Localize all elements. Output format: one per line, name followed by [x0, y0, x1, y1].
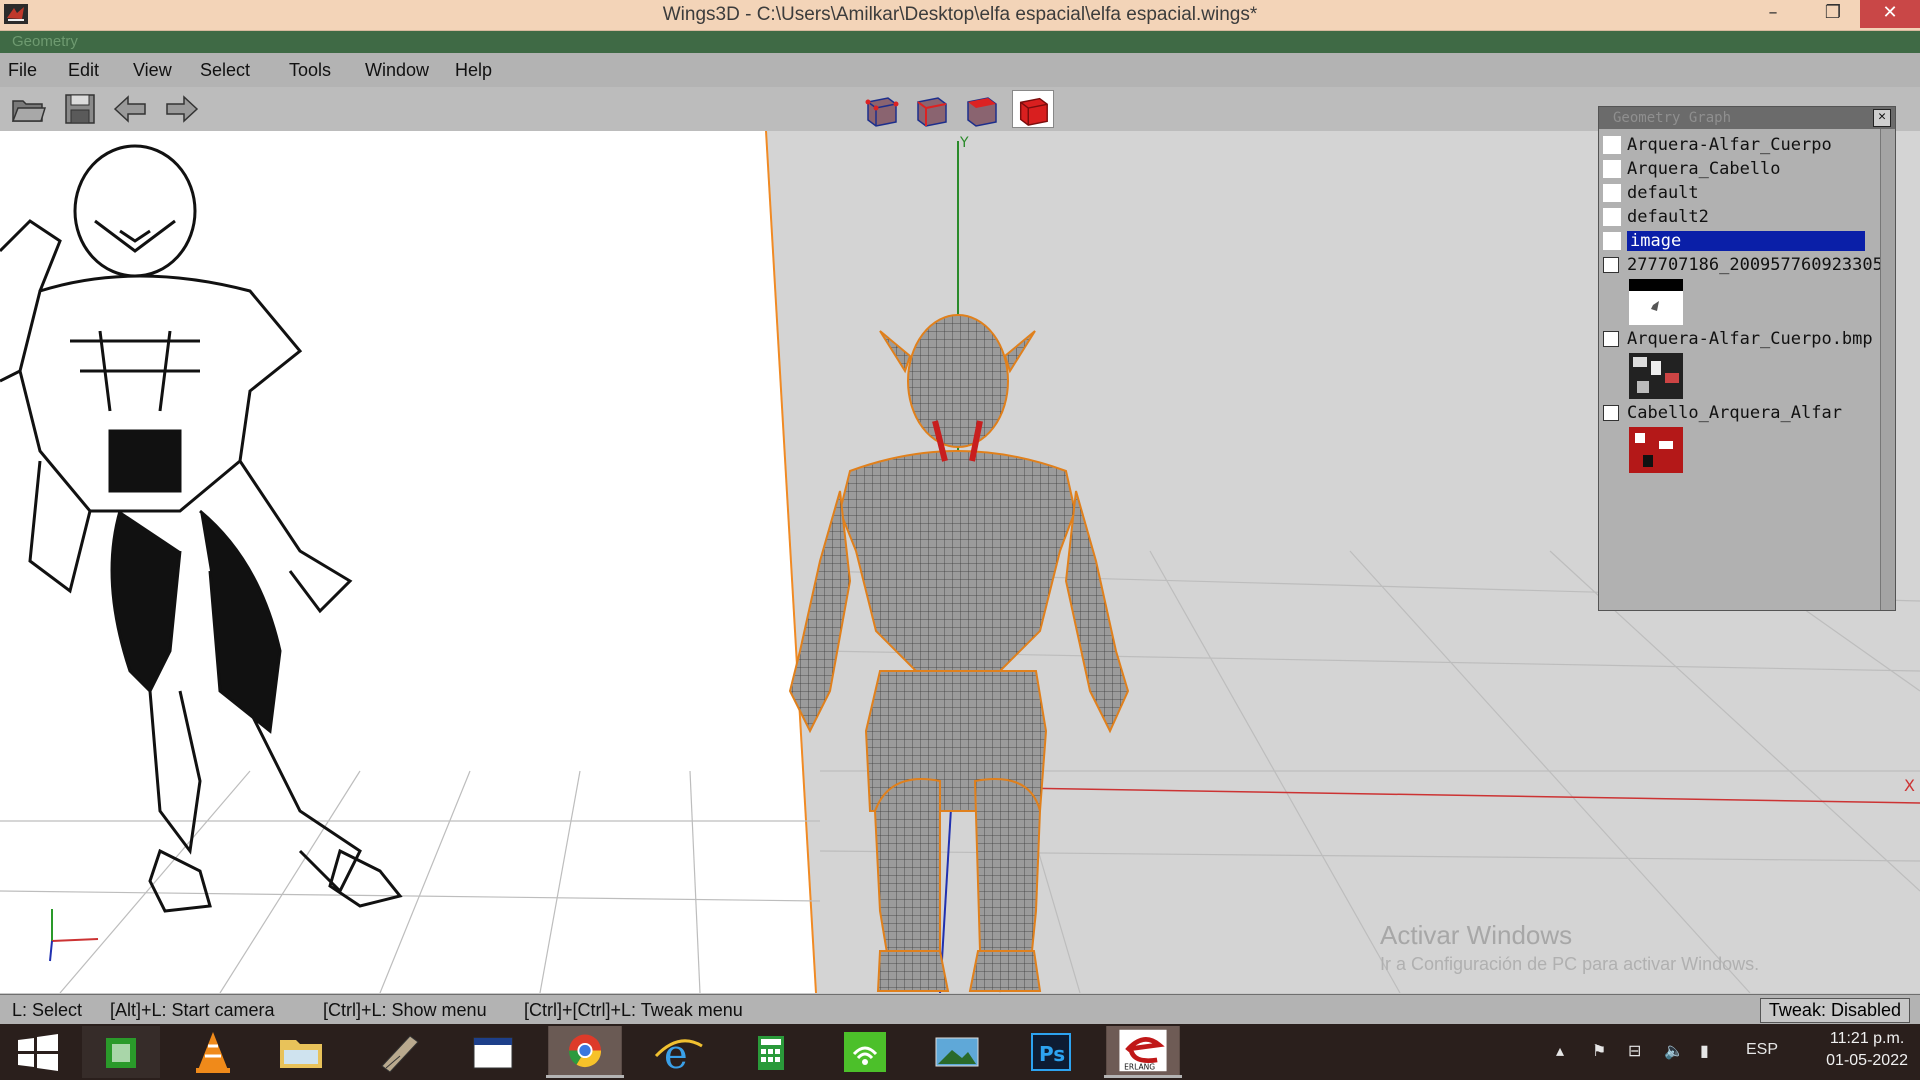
battery-icon[interactable]: ▮	[1700, 1041, 1709, 1061]
clock-time: 11:21 p.m.	[1829, 1030, 1905, 1047]
open-folder-icon[interactable]	[10, 91, 46, 127]
outliner-image-item[interactable]: Cabello_Arquera_Alfar	[1603, 403, 1842, 425]
outliner-item[interactable]: default2	[1603, 207, 1709, 229]
wifi-app-icon[interactable]	[826, 1026, 904, 1078]
erlang-label: ERLANG	[1124, 1062, 1155, 1071]
save-icon[interactable]	[62, 91, 98, 127]
network-icon[interactable]: ⊟	[1628, 1041, 1641, 1061]
menu-select[interactable]: Select	[200, 60, 250, 81]
outliner-item[interactable]: Arquera_Cabello	[1603, 159, 1781, 181]
image-icon	[1603, 331, 1619, 347]
material-checkbox-icon[interactable]	[1603, 160, 1621, 178]
image-thumbnail[interactable]	[1629, 279, 1683, 325]
photoshop-icon[interactable]: Ps	[1012, 1026, 1090, 1078]
image-icon	[1603, 257, 1619, 273]
window-app-icon[interactable]	[454, 1026, 532, 1078]
photoshop-label: Ps	[1039, 1042, 1065, 1066]
image-thumbnail[interactable]	[1629, 353, 1683, 399]
outliner-title-bar[interactable]: Geometry Graph ✕	[1599, 107, 1895, 129]
clock-date: 01-05-2022	[1826, 1052, 1908, 1069]
erlang-icon[interactable]: ERLANG	[1104, 1026, 1182, 1078]
outliner-scrollbar[interactable]	[1880, 129, 1895, 610]
menu-bar: File Edit View Select Tools Window Help	[0, 53, 1920, 88]
windows-start-icon[interactable]	[0, 1026, 78, 1078]
outliner-item-label: image	[1627, 231, 1865, 251]
file-explorer-icon[interactable]	[262, 1026, 340, 1078]
outliner-item-label: Arquera_Cabello	[1627, 159, 1781, 179]
redo-arrow-icon[interactable]	[164, 91, 200, 127]
taskbar-clock[interactable]: 11:21 p.m. 01-05-2022	[1826, 1028, 1908, 1072]
scroll-app-icon[interactable]	[360, 1026, 438, 1078]
material-checkbox-icon[interactable]	[1603, 232, 1621, 250]
close-icon[interactable]: ✕	[1873, 109, 1891, 127]
hint-select: L: Select	[12, 1000, 83, 1020]
hint-camera: [Alt]+L: Start camera	[110, 1000, 275, 1020]
window-title: Wings3D - C:\Users\Amilkar\Desktop\elfa …	[662, 4, 1258, 25]
character-mesh	[788, 314, 1130, 992]
maximize-button[interactable]: ❐	[1810, 0, 1856, 28]
menu-window[interactable]: Window	[365, 60, 429, 81]
geometry-graph-panel: Geometry Graph ✕ Arquera-Alfar_Cuerpo Ar…	[1598, 106, 1896, 611]
menu-view[interactable]: View	[133, 60, 172, 81]
window-title-bar[interactable]: Wings3D - C:\Users\Amilkar\Desktop\elfa …	[0, 0, 1920, 31]
outliner-item[interactable]: Arquera-Alfar_Cuerpo	[1603, 135, 1832, 157]
material-checkbox-icon[interactable]	[1603, 184, 1621, 202]
edge-mode-icon[interactable]	[910, 90, 952, 128]
action-center-flag-icon[interactable]: ⚑	[1592, 1041, 1606, 1061]
outliner-item-label: Arquera-Alfar_Cuerpo	[1627, 135, 1832, 155]
svg-text:e: e	[664, 1032, 688, 1078]
status-bar: L: Select [Alt]+L: Start camera [Ctrl]+L…	[0, 994, 1920, 1025]
outliner-title: Geometry Graph	[1613, 110, 1732, 126]
menu-file[interactable]: File	[8, 60, 37, 81]
volume-icon[interactable]: 🔈	[1664, 1041, 1684, 1061]
geometry-window-strip: Geometry	[0, 31, 1920, 53]
store-icon[interactable]	[82, 1026, 160, 1078]
language-indicator[interactable]: ESP	[1746, 1041, 1778, 1059]
image-icon	[1603, 405, 1619, 421]
undo-arrow-icon[interactable]	[112, 91, 148, 127]
body-mode-icon[interactable]	[1012, 90, 1054, 128]
outliner-image-item[interactable]: Arquera-Alfar_Cuerpo.bmp	[1603, 329, 1873, 351]
outliner-item-label: Cabello_Arquera_Alfar	[1627, 403, 1842, 423]
outliner-item-label: default	[1627, 183, 1699, 203]
outliner-item-label: Arquera-Alfar_Cuerpo.bmp	[1627, 329, 1873, 349]
chrome-icon[interactable]	[546, 1026, 624, 1078]
vlc-icon[interactable]	[174, 1026, 252, 1078]
menu-tools[interactable]: Tools	[289, 60, 331, 81]
vertex-mode-icon[interactable]	[860, 90, 902, 128]
calculator-icon[interactable]	[732, 1026, 810, 1078]
activation-watermark-text: Ir a Configuración de PC para activar Wi…	[1380, 954, 1760, 974]
material-checkbox-icon[interactable]	[1603, 208, 1621, 226]
chevron-up-icon[interactable]: ▴	[1556, 1041, 1564, 1061]
menu-edit[interactable]: Edit	[68, 60, 99, 81]
face-mode-icon[interactable]	[960, 90, 1002, 128]
taskbar: e Ps ERLANG ▴ ⚑ ⊟ 🔈 ▮ ESP 11:21 p.m. 01-…	[0, 1024, 1920, 1080]
outliner-item[interactable]: default	[1603, 183, 1699, 205]
photo-viewer-icon[interactable]	[918, 1026, 996, 1078]
close-button[interactable]: ✕	[1860, 0, 1920, 28]
x-axis-label: X	[1904, 776, 1915, 795]
activation-watermark-title: Activar Windows	[1380, 920, 1573, 950]
internet-explorer-icon[interactable]: e	[640, 1026, 718, 1078]
minimize-button[interactable]: –	[1750, 0, 1796, 28]
y-axis-label: Y	[959, 135, 969, 151]
material-checkbox-icon[interactable]	[1603, 136, 1621, 154]
outliner-item-label: 277707186_200957760923305	[1627, 255, 1883, 275]
image-thumbnail[interactable]	[1629, 427, 1683, 473]
hint-menu: [Ctrl]+L: Show menu	[323, 1000, 487, 1020]
outliner-item-selected[interactable]: image	[1603, 231, 1865, 253]
menu-help[interactable]: Help	[455, 60, 492, 81]
outliner-item-label: default2	[1627, 207, 1709, 227]
hint-tweak-menu: [Ctrl]+[Ctrl]+L: Tweak menu	[524, 1000, 743, 1020]
outliner-image-item[interactable]: 277707186_200957760923305	[1603, 255, 1883, 277]
x-axis-line	[957, 786, 1920, 804]
tweak-status[interactable]: Tweak: Disabled	[1759, 998, 1910, 1023]
